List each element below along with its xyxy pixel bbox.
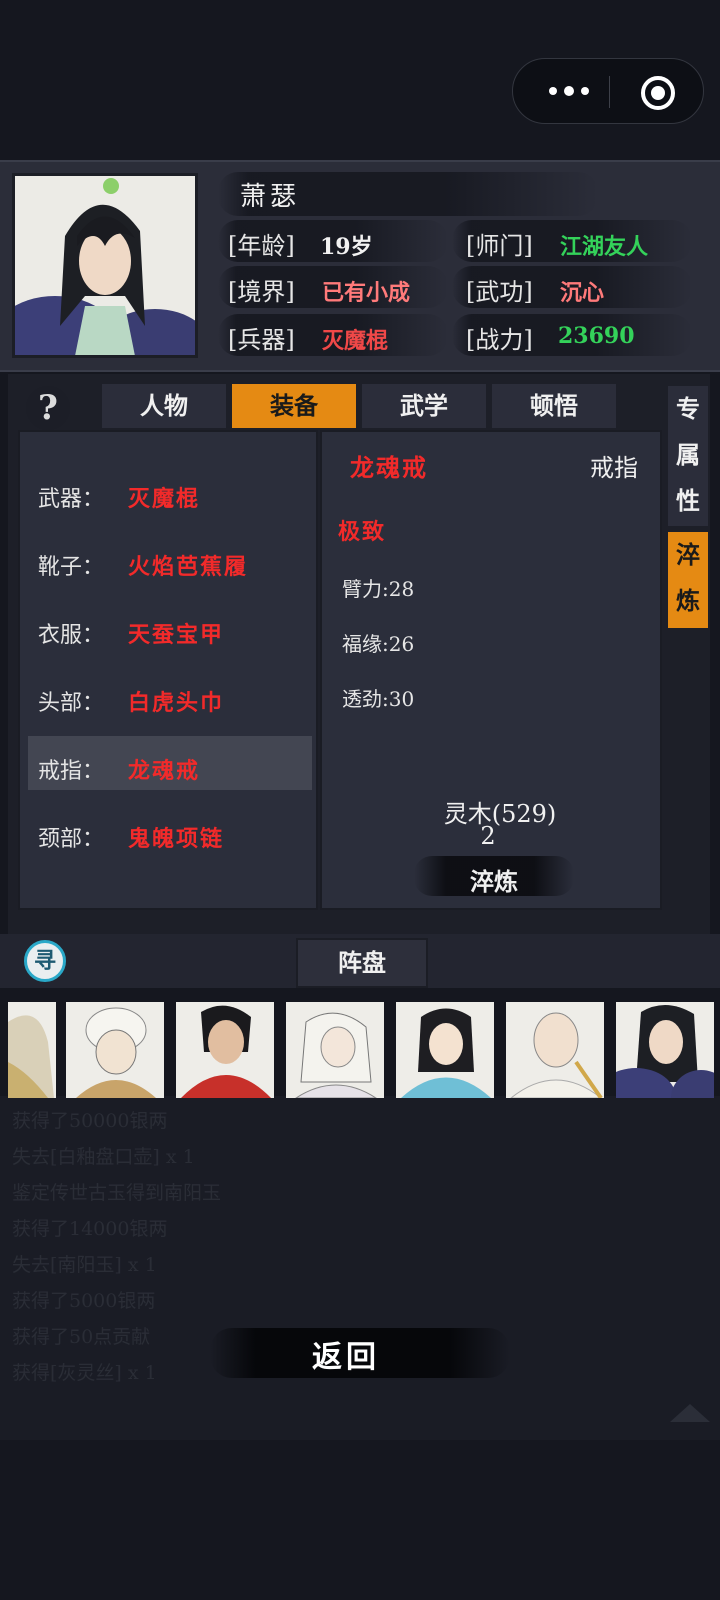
item-stat: 福缘:26 [342,632,415,656]
log-line: 获得了5000银两 [12,1290,156,1312]
slot-boots-item[interactable]: 火焰芭蕉履 [128,549,248,581]
tab-martial-arts[interactable]: 武学 [362,384,486,428]
slot-neck-item[interactable]: 鬼魄项链 [128,821,224,853]
power-label: [战力] [466,326,533,354]
capsule-divider [609,76,610,108]
slot-weapon-label: 武器： [38,487,105,512]
side-tab-text: 专属性 [676,394,700,515]
sect-value: 江湖友人 [560,234,649,260]
item-type: 戒指 [590,454,638,482]
slot-head-label: 头部： [38,691,105,716]
age-label: [年龄] [228,232,295,260]
help-icon[interactable]: ? [26,386,70,430]
party-member-card[interactable] [176,1002,274,1098]
slot-weapon-item[interactable]: 灭魔棍 [128,481,200,513]
slot-ring-item[interactable]: 龙魂戒 [128,753,200,785]
log-line: 失去[白釉盘口壶] x 1 [12,1146,195,1168]
slot-head-item[interactable]: 白虎头巾 [128,685,224,717]
item-stat: 臂力:28 [342,577,415,601]
target-icon[interactable] [641,76,675,110]
log-line: 鉴定传世古玉得到南阳玉 [12,1182,222,1204]
tab-enlightenment[interactable]: 顿悟 [492,384,616,428]
slot-ring-label: 戒指： [38,759,105,784]
item-stat: 透劲:30 [342,687,415,711]
weapon-value: 灭魔棍 [322,328,389,354]
party-member-card[interactable] [616,1002,714,1098]
party-member-card[interactable] [8,1002,56,1098]
tab-equipment[interactable]: 装备 [232,384,356,428]
sect-label: [师门] [466,232,533,260]
side-tab-text: 淬炼 [676,540,700,615]
slot-neck-label: 颈部： [38,827,105,852]
side-tab-exclusive-attr[interactable]: 专属性 [668,386,708,526]
mini-program-capsule [512,58,704,124]
character-name: 萧瑟 [240,182,301,212]
power-value: 23690 [558,323,635,349]
slot-clothes-label: 衣服： [38,623,105,648]
side-tab-refine[interactable]: 淬炼 [668,532,708,628]
refine-cost: 2 [480,822,496,850]
character-portrait [12,173,198,358]
formation-button[interactable]: 阵盘 [296,938,428,988]
realm-value: 已有小成 [322,280,411,306]
log-line: 获得[灰灵丝] x 1 [12,1362,157,1384]
party-member-card[interactable] [506,1002,604,1098]
log-line: 失去[南阳玉] x 1 [12,1254,157,1276]
slot-boots-label: 靴子： [38,555,105,580]
log-line: 获得了50000银两 [12,1110,168,1132]
scroll-up-icon[interactable] [670,1404,710,1422]
weapon-label: [兵器] [228,326,295,354]
refine-button[interactable]: 淬炼 [414,862,574,897]
skill-value: 沉心 [560,280,605,306]
slot-clothes-item[interactable]: 天蚕宝甲 [128,617,224,649]
log-line: 获得了50点贡献 [12,1326,151,1348]
age-value: 19岁 [320,234,373,260]
party-member-card[interactable] [66,1002,164,1098]
item-name: 龙魂戒 [350,453,428,482]
search-xun-icon[interactable]: 寻 [24,940,66,982]
realm-label: [境界] [228,278,295,306]
party-member-card[interactable] [396,1002,494,1098]
footer-area [0,1440,720,1600]
item-quality: 极致 [338,519,387,545]
log-line: 获得了14000银两 [12,1218,168,1240]
skill-label: [武功] [466,278,533,306]
more-dots-icon[interactable] [541,79,597,103]
party-member-card[interactable] [286,1002,384,1098]
back-button[interactable]: 返回 [306,1332,386,1376]
tab-character[interactable]: 人物 [102,384,226,428]
